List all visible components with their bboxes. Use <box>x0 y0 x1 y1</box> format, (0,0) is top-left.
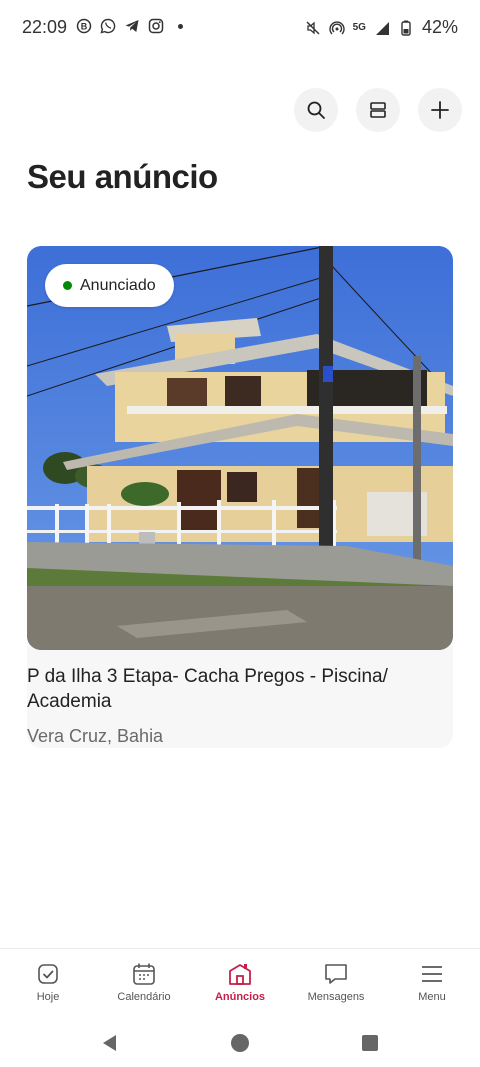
nav-label-hoje: Hoje <box>36 991 60 1003</box>
nav-item-mensagens[interactable]: Mensagens <box>288 949 384 1019</box>
message-icon <box>325 964 347 984</box>
header-actions <box>294 88 462 132</box>
recents-icon[interactable] <box>360 1033 380 1053</box>
nav-label-anuncios: Anúncios <box>214 991 266 1003</box>
back-icon[interactable] <box>100 1033 120 1053</box>
add-listing-button[interactable] <box>418 88 462 132</box>
nav-item-calendario[interactable]: Calendário <box>96 949 192 1019</box>
search-button[interactable] <box>294 88 338 132</box>
house-icon <box>229 964 251 985</box>
today-icon <box>38 964 58 984</box>
calendar-icon <box>133 963 155 985</box>
bottom-nav: Hoje Calendário Anúncios Mensagens Menu <box>0 948 480 1019</box>
whatsapp-icon <box>100 18 116 34</box>
nav-item-menu[interactable]: Menu <box>384 949 480 1019</box>
signal-icon <box>374 20 390 36</box>
status-bar: 22:09 B 5G 42% <box>0 0 480 56</box>
system-nav-bar <box>0 1018 480 1067</box>
listing-photo[interactable]: Anunciado <box>27 246 453 650</box>
search-icon <box>307 101 325 119</box>
svg-text:B: B <box>81 22 88 32</box>
home-icon[interactable] <box>230 1033 250 1053</box>
network-type: 5G <box>352 22 366 33</box>
nav-item-anuncios[interactable]: Anúncios <box>192 949 288 1019</box>
system-status: 5G 42% <box>305 17 458 38</box>
more-notifications-dot <box>178 23 183 29</box>
layout-toggle-button[interactable] <box>356 88 400 132</box>
listing-title[interactable]: P da Ilha 3 Etapa- Cacha Pregos - Piscin… <box>27 664 447 714</box>
status-time: 22:09 <box>22 17 68 37</box>
battery-percent: 42% <box>421 17 458 37</box>
listing-card[interactable]: Anunciado P da Ilha 3 Etapa- Cacha Prego… <box>27 246 453 748</box>
telegram-icon <box>124 18 140 34</box>
listing-location: Vera Cruz, Bahia <box>27 726 164 746</box>
page-title: Seu anúncio <box>27 158 218 195</box>
nav-label-mensagens: Mensagens <box>307 991 365 1003</box>
instagram-icon <box>148 18 164 34</box>
b-circle-icon: B <box>76 18 92 34</box>
battery-icon <box>398 20 414 36</box>
notification-icons: B <box>76 18 183 34</box>
nav-label-calendario: Calendário <box>117 991 171 1003</box>
status-indicator-icon <box>63 281 72 290</box>
hotspot-icon <box>329 20 345 36</box>
status-badge-label: Anunciado <box>80 276 156 294</box>
nav-item-hoje[interactable]: Hoje <box>0 949 96 1019</box>
mute-icon <box>305 20 321 36</box>
plus-icon <box>431 101 449 119</box>
menu-icon <box>422 966 442 982</box>
nav-label-menu: Menu <box>418 991 446 1003</box>
status-badge: Anunciado <box>45 264 174 307</box>
layout-icon <box>370 102 386 118</box>
